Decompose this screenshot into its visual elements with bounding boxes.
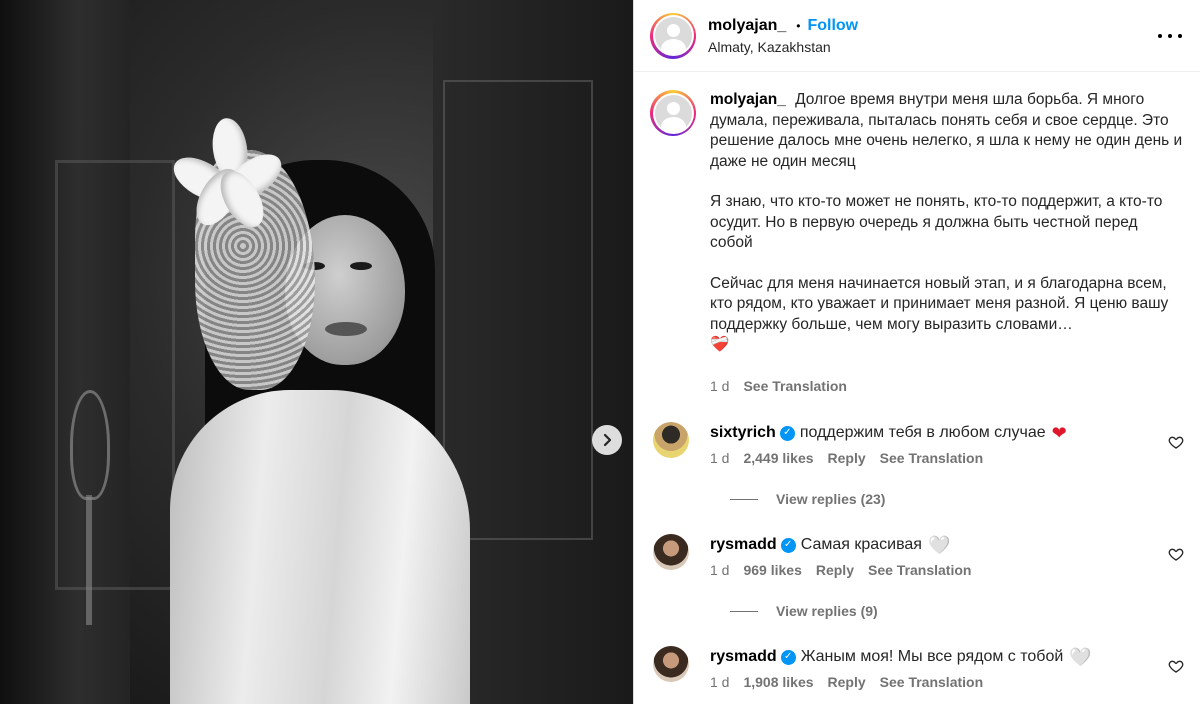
caption-paragraph: Я знаю, что кто-то может не понять, кто-… — [710, 193, 1163, 251]
caption-meta: 1 d See Translation — [710, 376, 1184, 397]
view-replies-button[interactable]: View replies (23) — [730, 491, 1184, 507]
comment-see-translation-link[interactable]: See Translation — [880, 674, 983, 690]
comment-likes-link[interactable]: 2,449 likes — [743, 450, 813, 466]
location-link[interactable]: Almaty, Kazakhstan — [708, 39, 858, 55]
post-caption: molyajan_ Долгое время внутри меня шла б… — [650, 90, 1184, 396]
comment-meta: 1 d 2,449 likes Reply See Translation — [710, 450, 1150, 466]
photo-table-mirror — [70, 390, 110, 500]
caption-paragraph: molyajan_ Долгое время внутри меня шла б… — [710, 90, 1184, 172]
photo-subject-eye — [350, 262, 372, 270]
caption-author-avatar[interactable] — [650, 90, 696, 136]
comment-see-translation-link[interactable]: See Translation — [880, 450, 983, 466]
caption-text: Сейчас для меня начинается новый этап, и… — [710, 274, 1169, 333]
author-username-link[interactable]: molyajan_ — [708, 17, 786, 35]
comment-likes-link[interactable]: 969 likes — [743, 562, 801, 578]
comments-section: molyajan_ Долгое время внутри меня шла б… — [634, 72, 1200, 690]
comment-text: поддержим тебя в любом случае — [799, 424, 1046, 441]
photo-subject-dress — [170, 390, 470, 704]
comment-likes-link[interactable]: 1,908 likes — [743, 674, 813, 690]
photo-wall-panel — [55, 160, 175, 590]
comment-timestamp[interactable]: 1 d — [710, 562, 729, 578]
heart-outline-icon[interactable] — [1168, 658, 1184, 674]
commenter-username-link[interactable]: rysmadd — [710, 534, 777, 556]
post-header-text: molyajan_ • Follow Almaty, Kazakhstan — [708, 17, 858, 55]
heart-outline-icon[interactable] — [1168, 546, 1184, 562]
comment-reply-button[interactable]: Reply — [816, 562, 854, 578]
chevron-right-icon — [603, 433, 612, 447]
comment-timestamp[interactable]: 1 d — [710, 450, 729, 466]
mending-heart-emoji: ❤️‍🩹 — [710, 336, 730, 353]
replies-divider — [730, 498, 758, 500]
verified-badge-icon: ✓ — [780, 649, 796, 665]
commenter-username-link[interactable]: sixtyrich — [710, 422, 776, 444]
red-heart-emoji: ❤ — [1051, 423, 1067, 443]
comment-text: Жаным моя! Мы все рядом с тобой — [800, 648, 1064, 665]
separator-dot: • — [796, 18, 801, 33]
post-side-panel: molyajan_ • Follow Almaty, Kazakhstan mo… — [633, 0, 1200, 704]
comment-reply-button[interactable]: Reply — [828, 450, 866, 466]
comment-meta: 1 d 1,908 likes Reply See Translation — [710, 674, 1150, 690]
comment-item: rysmadd ✓ Самая красивая 🤍 1 d 969 likes… — [650, 534, 1184, 578]
photo-subject-lips — [325, 322, 367, 336]
view-replies-label: View replies (9) — [776, 603, 878, 619]
photo-mirror — [443, 80, 593, 540]
white-heart-emoji: 🤍 — [927, 535, 951, 556]
comment-meta: 1 d 969 likes Reply See Translation — [710, 562, 1150, 578]
comment-timestamp[interactable]: 1 d — [710, 674, 729, 690]
commenter-username-link[interactable]: rysmadd — [710, 646, 777, 668]
comment-reply-button[interactable]: Reply — [828, 674, 866, 690]
caption-see-translation-link[interactable]: See Translation — [743, 376, 846, 397]
replies-divider — [730, 610, 758, 612]
verified-badge-icon: ✓ — [780, 537, 796, 553]
post-header: molyajan_ • Follow Almaty, Kazakhstan — [634, 0, 1200, 72]
view-replies-label: View replies (23) — [776, 491, 886, 507]
follow-button[interactable]: Follow — [807, 17, 858, 35]
more-options-button[interactable] — [1158, 26, 1182, 46]
commenter-avatar[interactable] — [653, 422, 689, 458]
caption-timestamp[interactable]: 1 d — [710, 376, 729, 397]
view-replies-button[interactable]: View replies (9) — [730, 603, 1184, 619]
caption-paragraph: Сейчас для меня начинается новый этап, и… — [710, 274, 1184, 356]
white-heart-emoji: 🤍 — [1069, 647, 1092, 668]
verified-badge-icon: ✓ — [779, 425, 795, 441]
comment-see-translation-link[interactable]: See Translation — [868, 562, 971, 578]
caption-username-link[interactable]: molyajan_ — [710, 91, 786, 108]
heart-outline-icon[interactable] — [1168, 434, 1184, 450]
photo-table-mirror-stem — [86, 495, 92, 625]
comment-item: rysmadd ✓ Жаным моя! Мы все рядом с тобо… — [650, 646, 1184, 690]
photo-flower-headpiece — [166, 115, 290, 235]
next-photo-button[interactable] — [592, 425, 622, 455]
comment-text: Самая красивая — [800, 536, 922, 553]
comment-item: sixtyrich ✓ поддержим тебя в любом случа… — [650, 422, 1184, 466]
commenter-avatar[interactable] — [653, 534, 689, 570]
author-avatar[interactable] — [650, 12, 696, 59]
post-photo[interactable] — [0, 0, 633, 704]
commenter-avatar[interactable] — [653, 646, 689, 682]
more-horizontal-icon — [1158, 34, 1162, 38]
